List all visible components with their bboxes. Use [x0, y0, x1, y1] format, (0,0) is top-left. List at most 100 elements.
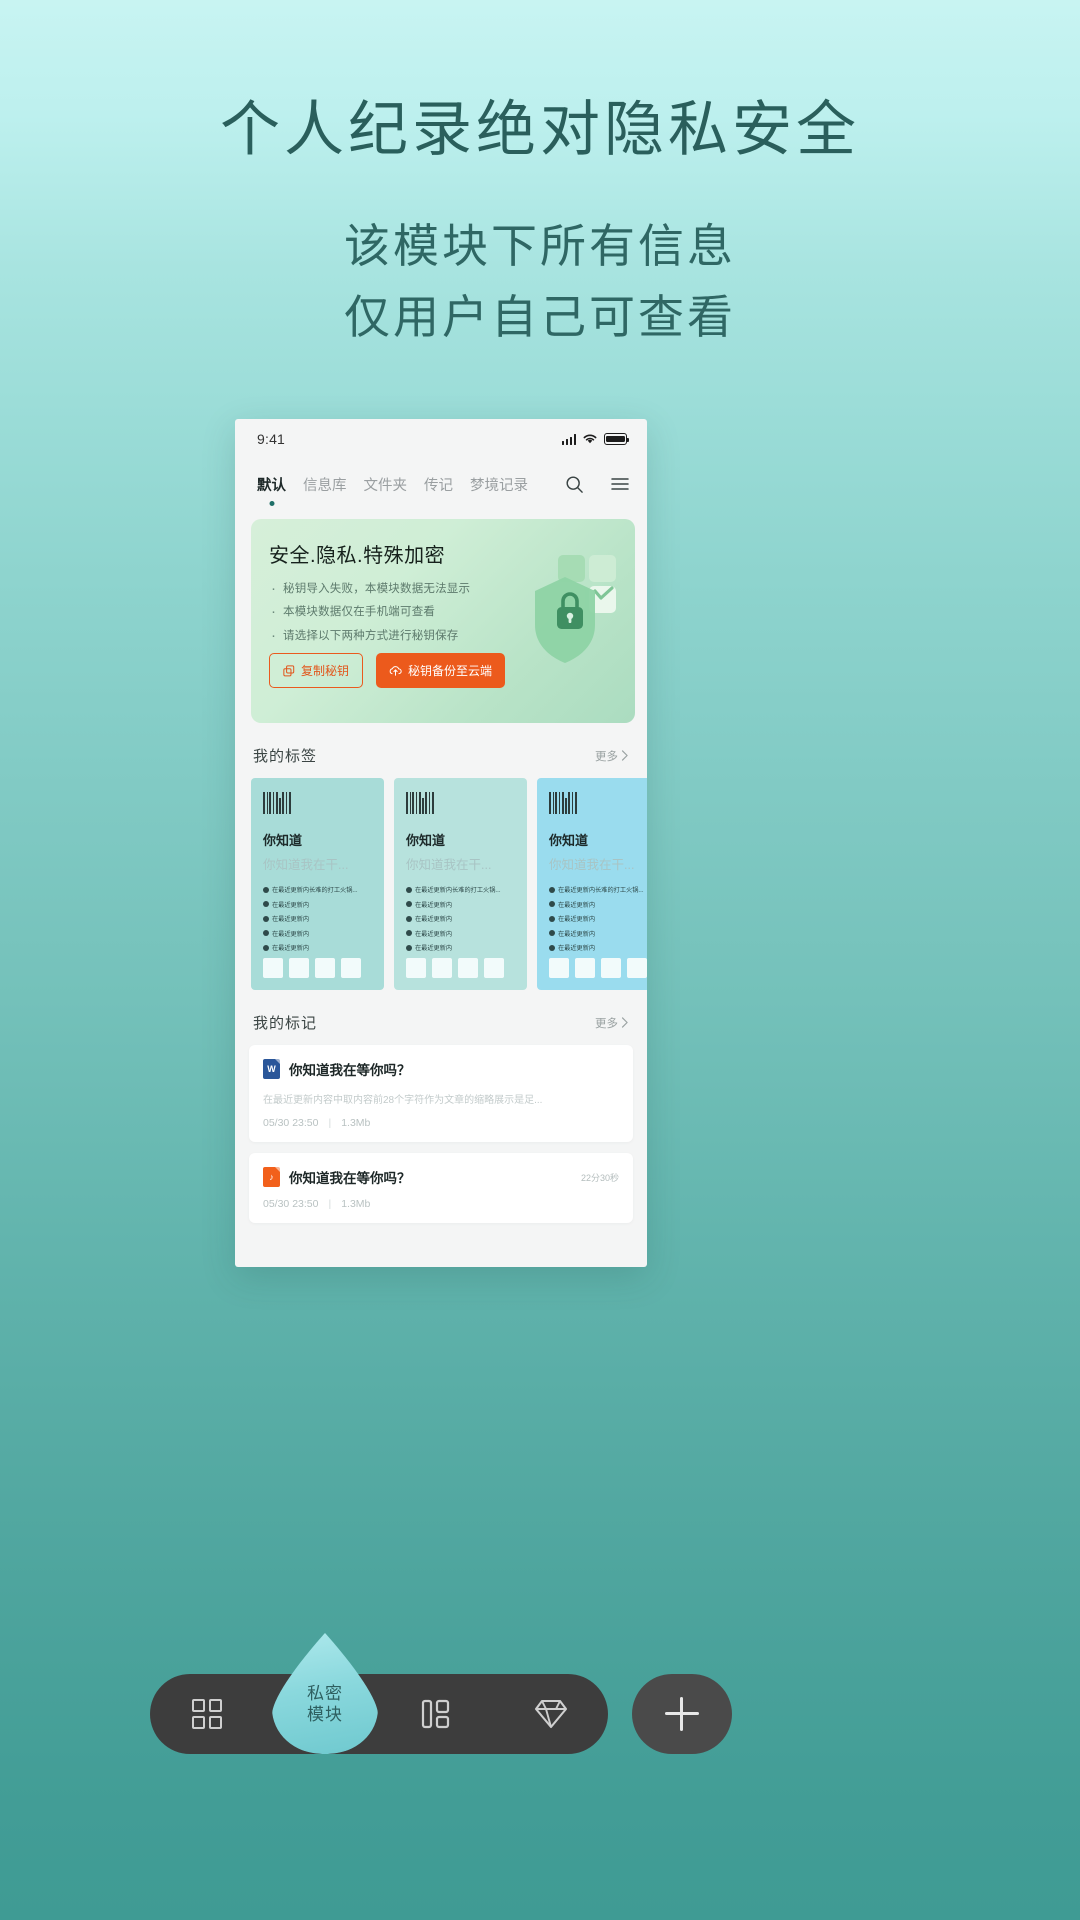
tag-item-label: 在最近更新内: [558, 945, 596, 952]
private-module-label: 私密 模块: [307, 1684, 343, 1725]
barcode-icon: [549, 792, 647, 814]
tab-bar: 默认 信息库 文件夹 传记 梦境记录: [235, 459, 647, 503]
list-item: 在最近更新内: [406, 929, 515, 938]
barcode-icon: [406, 792, 515, 814]
tag-card-title: 你知道: [263, 833, 303, 848]
tab-info-library[interactable]: 信息库: [303, 474, 347, 495]
encryption-card: 安全.隐私.特殊加密 秘钥导入失败，本模块数据无法显示 本模块数据仅在手机端可查…: [251, 519, 635, 723]
check-icon: [549, 901, 555, 907]
tag-card-chips: [549, 958, 647, 978]
mark-item-date: 05/30 23:50: [263, 1198, 319, 1210]
mark-item-size: 1.3Mb: [341, 1198, 371, 1210]
list-item: 在最近更新内长难的打工火锅...: [406, 885, 515, 894]
tag-card-chips: [406, 958, 504, 978]
file-type-label: W: [267, 1064, 276, 1074]
chevron-right-icon: [621, 750, 628, 761]
nav-item-grid[interactable]: [150, 1699, 265, 1729]
list-item: 在最近更新内: [406, 900, 515, 909]
tag-item-label: 在最近更新内: [272, 945, 310, 952]
file-type-label: ♪: [269, 1172, 274, 1182]
mark-item-duration: 22分30秒: [580, 1172, 619, 1183]
tag-card-subtitle: 你知道我在干...: [263, 858, 349, 872]
tag-card-items: 在最近更新内长难的打工火锅... 在最近更新内 在最近更新内 在最近更新内 在最…: [549, 885, 647, 952]
tag-item-label: 在最近更新内: [415, 916, 453, 923]
check-icon: [549, 915, 555, 922]
cloud-upload-icon: [389, 665, 402, 676]
marks-section-title: 我的标记: [253, 1015, 318, 1032]
tags-more-button[interactable]: 更多: [595, 748, 629, 764]
chevron-right-icon: [621, 1017, 628, 1028]
tab-biography[interactable]: 传记: [424, 474, 453, 495]
list-item[interactable]: 你知道 你知道我在干... 在最近更新内长难的打工火锅... 在最近更新内 在最…: [251, 778, 384, 990]
copy-key-button-label: 复制秘钥: [301, 664, 350, 679]
list-item[interactable]: 你知道 你知道我在干... 在最近更新内长难的打工火锅... 在最近更新内 在最…: [394, 778, 527, 990]
mark-item-date: 05/30 23:50: [263, 1117, 319, 1129]
tag-item-label: 在最近更新内长难的打工火锅...: [415, 887, 501, 894]
copy-key-button[interactable]: 复制秘钥: [269, 653, 364, 689]
tags-section-header: 我的标签 更多: [235, 723, 647, 778]
tag-item-label: 在最近更新内: [558, 901, 596, 909]
private-module-button[interactable]: 私密 模块: [272, 1633, 378, 1754]
check-icon: [549, 930, 555, 936]
nav-bar: [150, 1674, 608, 1754]
list-item: 在最近更新内: [549, 929, 647, 938]
diamond-icon: [534, 1699, 567, 1729]
nav-item-blocks[interactable]: [379, 1698, 494, 1730]
list-item: 在最近更新内: [406, 914, 515, 923]
list-item: 在最近更新内: [263, 900, 372, 909]
mark-item-title: 你知道我在等你吗？: [289, 1171, 411, 1186]
tag-item-label: 在最近更新内: [558, 930, 596, 938]
nav-item-diamond[interactable]: [494, 1699, 609, 1729]
list-item: 在最近更新内长难的打工火锅...: [263, 885, 372, 894]
marks-more-button[interactable]: 更多: [595, 1015, 629, 1031]
tag-card-items: 在最近更新内长难的打工火锅... 在最近更新内 在最近更新内 在最近更新内 在最…: [263, 885, 372, 952]
meta-divider: |: [328, 1198, 332, 1210]
list-item[interactable]: W 你知道我在等你吗？ 在最近更新内容中取内容前28个字符作为文章的缩略展示是足…: [249, 1045, 633, 1142]
tab-default[interactable]: 默认: [257, 474, 286, 495]
marks-section-header: 我的标记 更多: [235, 990, 647, 1045]
tag-item-label: 在最近更新内长难的打工火锅...: [558, 887, 644, 894]
tag-card-list: 你知道 你知道我在干... 在最近更新内长难的打工火锅... 在最近更新内 在最…: [235, 778, 647, 990]
list-item[interactable]: 你知道 你知道我在干... 在最近更新内长难的打工火锅... 在最近更新内 在最…: [537, 778, 647, 990]
shield-lock-icon: [535, 555, 616, 663]
tab-folders[interactable]: 文件夹: [364, 474, 408, 495]
search-icon[interactable]: [565, 475, 584, 494]
check-icon: [549, 886, 555, 893]
tag-item-label: 在最近更新内: [272, 916, 310, 923]
tags-section-title: 我的标签: [253, 748, 318, 765]
tag-item-label: 在最近更新内: [415, 945, 453, 952]
grid-squares-icon: [192, 1699, 223, 1729]
mark-item-title: 你知道我在等你吗？: [289, 1063, 411, 1078]
meta-divider: |: [328, 1117, 332, 1129]
list-item: 在最近更新内: [263, 929, 372, 938]
check-icon: [406, 930, 412, 936]
mark-item-description: 在最近更新内容中取内容前28个字符作为文章的缩略展示是足...: [263, 1095, 543, 1106]
list-item[interactable]: ♪ 你知道我在等你吗？ 22分30秒 05/30 23:50 | 1.3Mb: [249, 1153, 633, 1223]
marks-more-label: 更多: [595, 1017, 618, 1030]
list-item: 在最近更新内: [549, 943, 647, 952]
status-bar: 9:41: [235, 419, 647, 459]
check-icon: [263, 944, 269, 951]
audio-file-icon: ♪: [263, 1167, 280, 1187]
add-button[interactable]: [632, 1674, 732, 1754]
mark-item-size: 1.3Mb: [341, 1117, 371, 1129]
tag-item-label: 在最近更新内: [415, 901, 453, 909]
tag-item-label: 在最近更新内: [272, 901, 310, 909]
hero-subtitle-line2: 仅用户自己可查看: [344, 291, 736, 344]
check-icon: [406, 944, 412, 951]
hamburger-menu-icon[interactable]: [611, 477, 629, 491]
status-time: 9:41: [257, 431, 286, 447]
backup-key-button-label: 秘钥备份至云端: [408, 664, 493, 679]
status-icons: [561, 433, 630, 445]
list-item: 在最近更新内: [549, 914, 647, 923]
tab-dream-records[interactable]: 梦境记录: [470, 474, 528, 495]
check-icon: [263, 886, 269, 893]
check-icon: [549, 944, 555, 951]
list-item: 在最近更新内: [549, 900, 647, 909]
mark-item-meta: 05/30 23:50 | 1.3Mb: [263, 1198, 619, 1210]
mark-item-list: W 你知道我在等你吗？ 在最近更新内容中取内容前28个字符作为文章的缩略展示是足…: [235, 1045, 647, 1223]
battery-icon: [604, 433, 630, 445]
droplet-icon: 私密 模块: [272, 1633, 378, 1754]
backup-key-button[interactable]: 秘钥备份至云端: [376, 653, 506, 689]
hero-subtitle-line1: 该模块下所有信息: [344, 220, 736, 272]
